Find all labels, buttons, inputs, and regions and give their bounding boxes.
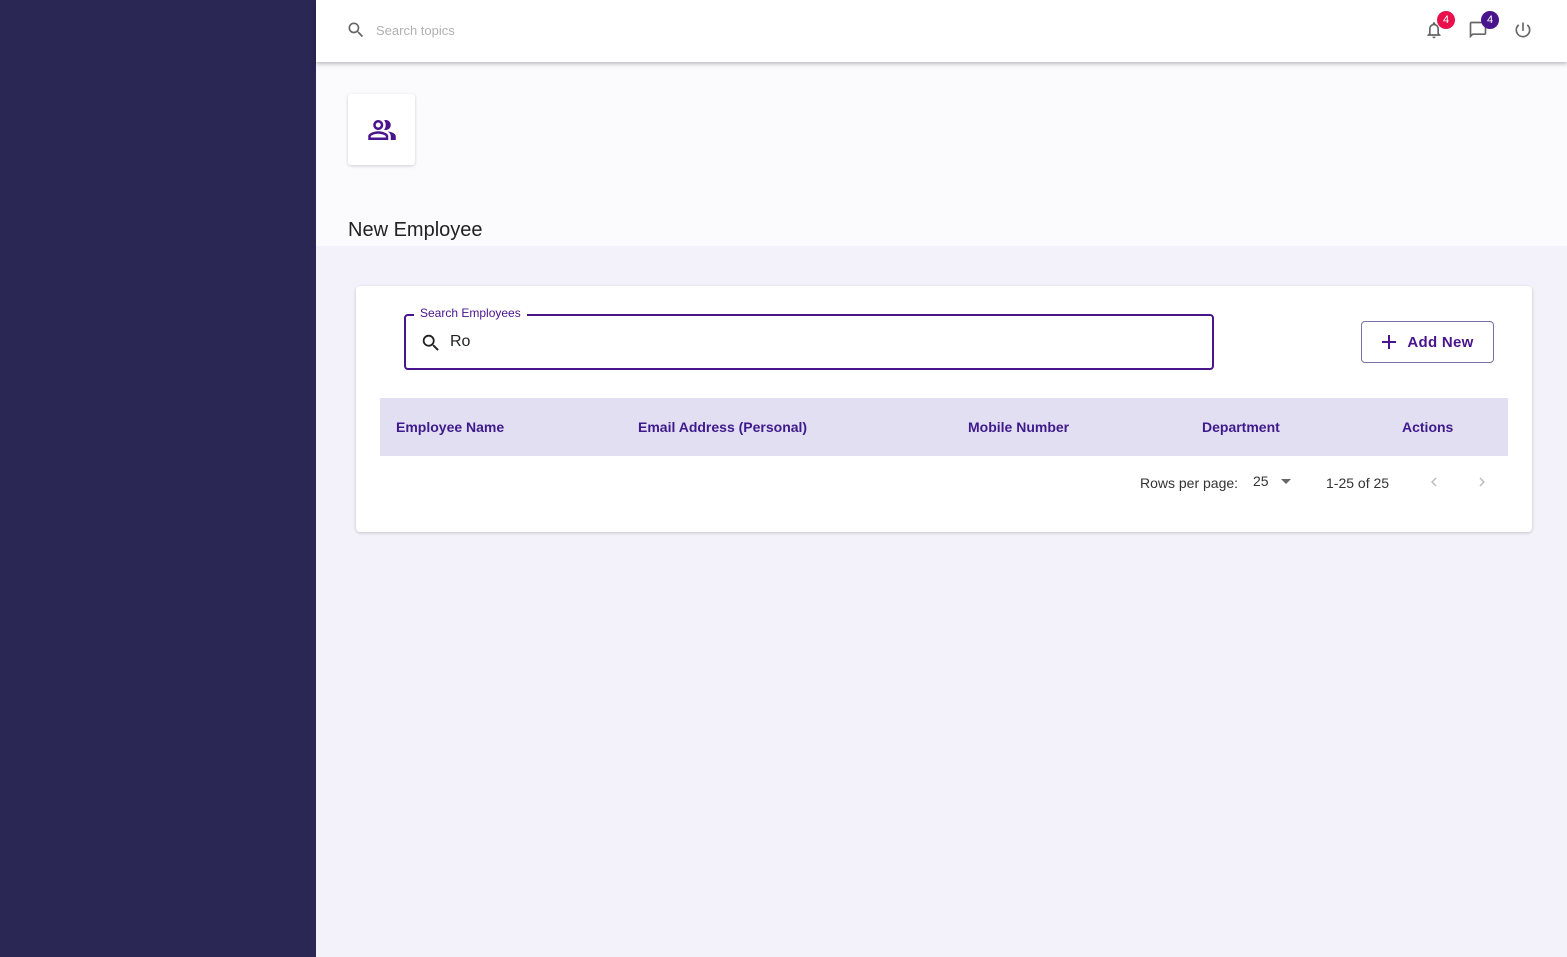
sidebar — [0, 0, 316, 957]
pagination-range: 1-25 of 25 — [1326, 475, 1390, 491]
rows-per-page-select[interactable]: 25 — [1253, 473, 1291, 489]
add-new-button[interactable]: Add New — [1361, 321, 1494, 363]
employee-search-legend: Search Employees — [414, 306, 527, 320]
notifications-badge: 4 — [1437, 11, 1455, 29]
caret-down-icon — [1280, 478, 1291, 484]
rows-per-page-value: 25 — [1253, 473, 1269, 489]
employee-search-field: Search Employees — [404, 306, 1214, 370]
page-header: New Employee — [316, 62, 1567, 246]
chevron-right-icon — [1479, 477, 1485, 487]
column-header-actions[interactable]: Actions — [1402, 398, 1453, 456]
employee-search-input[interactable] — [450, 328, 1190, 356]
messages-badge: 4 — [1481, 11, 1499, 29]
notifications-button[interactable]: 4 — [1421, 11, 1455, 43]
chevron-left-icon — [1431, 477, 1437, 487]
topbar-search — [346, 18, 676, 42]
logout-button[interactable] — [1510, 17, 1536, 43]
next-page-button[interactable] — [1471, 471, 1493, 493]
add-new-label: Add New — [1407, 333, 1474, 351]
search-icon — [422, 334, 439, 351]
column-header-mobile[interactable]: Mobile Number — [968, 398, 1069, 456]
employees-tile[interactable] — [348, 94, 415, 165]
page-title: New Employee — [348, 219, 483, 241]
table-header: Employee Name Email Address (Personal) M… — [380, 398, 1508, 456]
top-bar: 4 4 — [316, 0, 1567, 62]
search-icon — [348, 22, 364, 38]
column-header-email[interactable]: Email Address (Personal) — [638, 398, 807, 456]
rows-per-page-label: Rows per page: — [1140, 475, 1239, 491]
column-header-employee-name[interactable]: Employee Name — [396, 398, 504, 456]
people-icon — [367, 119, 396, 140]
plus-icon — [1382, 335, 1397, 349]
messages-button[interactable]: 4 — [1465, 11, 1499, 43]
employees-card: Search Employees Add New Employee Name E… — [356, 286, 1532, 532]
topbar-search-input[interactable] — [376, 22, 676, 38]
column-header-department[interactable]: Department — [1202, 398, 1280, 456]
power-icon — [1515, 22, 1531, 38]
previous-page-button[interactable] — [1423, 471, 1445, 493]
